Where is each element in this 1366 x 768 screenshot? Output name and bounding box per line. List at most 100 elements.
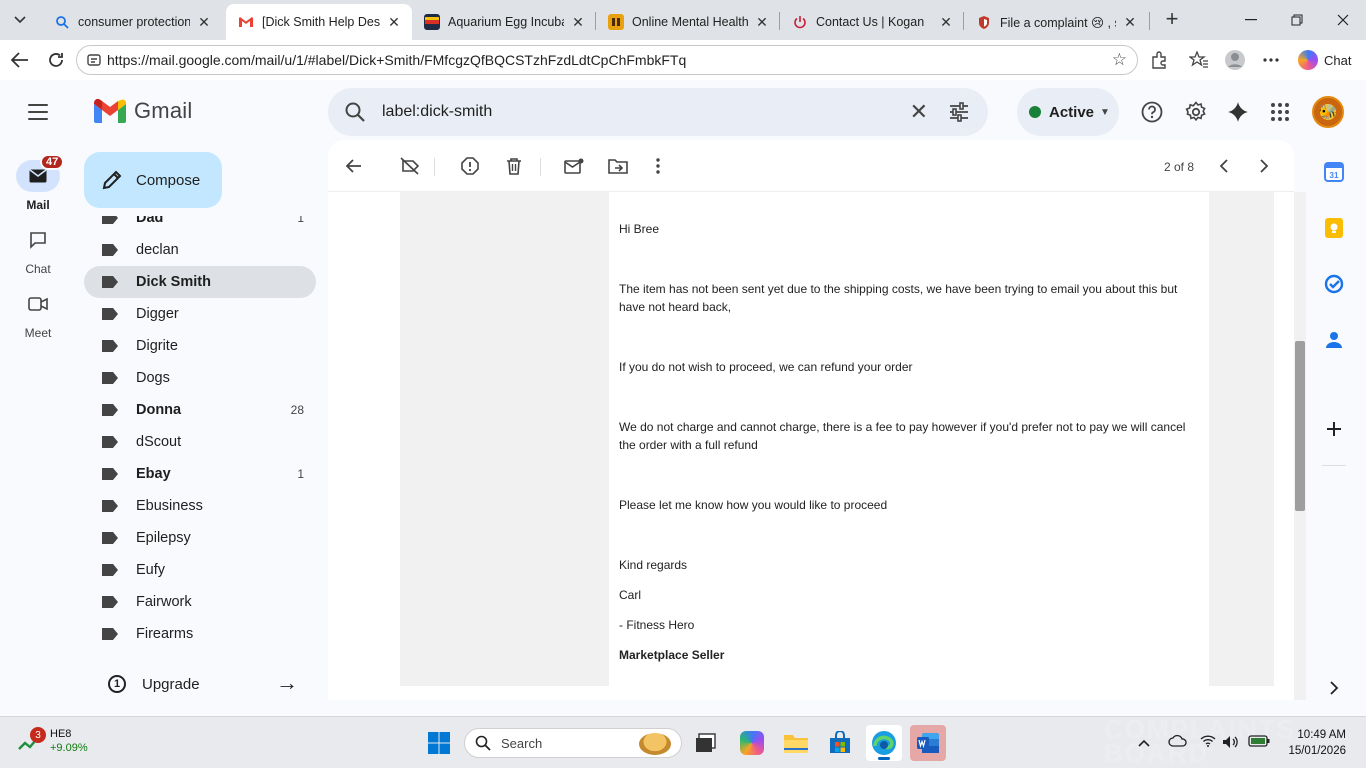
label-name: Ebusiness — [136, 498, 203, 514]
close-tab-icon[interactable]: ✕ — [1122, 14, 1138, 30]
search-icon[interactable] — [344, 101, 366, 123]
more-options-button[interactable] — [648, 156, 668, 176]
label-item-ebusiness[interactable]: Ebusiness — [84, 490, 316, 522]
browser-tab-0[interactable]: consumer protection co ✕ — [42, 4, 222, 40]
refresh-icon — [49, 53, 63, 67]
gmail-logo[interactable]: Gmail — [94, 98, 192, 124]
rail-chat[interactable]: Chat — [8, 224, 68, 276]
report-spam-button[interactable] — [460, 156, 480, 176]
label-item-epilepsy[interactable]: Epilepsy — [84, 522, 316, 554]
label-item-fairwork[interactable]: Fairwork — [84, 586, 316, 618]
label-item-donna[interactable]: Donna 28 — [84, 394, 316, 426]
wifi-icon[interactable] — [1200, 735, 1216, 750]
apps-grid-icon[interactable] — [1268, 100, 1292, 124]
close-tab-icon[interactable]: ✕ — [938, 14, 954, 30]
extensions-icon[interactable] — [1148, 49, 1170, 71]
keep-addon-icon[interactable] — [1322, 216, 1346, 240]
taskbar-search-box[interactable]: Search — [464, 728, 682, 758]
mail-search-bar[interactable]: label:dick-smith ✕ — [328, 88, 988, 136]
upgrade-badge-icon: 1 — [108, 675, 126, 693]
email-greeting: Hi Bree — [619, 222, 660, 236]
contacts-addon-icon[interactable] — [1322, 328, 1346, 352]
restore-window-button[interactable] — [1274, 0, 1320, 40]
favorites-icon[interactable] — [1188, 49, 1210, 71]
close-tab-icon[interactable]: ✕ — [386, 14, 402, 30]
main-menu-icon[interactable] — [24, 100, 52, 124]
microsoft-store-button[interactable] — [822, 725, 858, 761]
delete-button[interactable] — [504, 156, 524, 176]
battery-icon[interactable] — [1248, 735, 1270, 750]
browser-tab-3[interactable]: Online Mental Health Tr ✕ — [596, 4, 780, 40]
compose-button[interactable]: Compose — [84, 152, 222, 208]
label-item-dscout[interactable]: dScout — [84, 426, 316, 458]
label-item-digger[interactable]: Digger — [84, 298, 316, 330]
bookmark-star-icon[interactable]: ☆ — [1112, 50, 1127, 70]
upgrade-button[interactable]: 1 Upgrade → — [92, 668, 308, 700]
site-info-icon[interactable] — [86, 52, 102, 68]
minimize-window-button[interactable] — [1228, 0, 1274, 40]
label-item-ebay[interactable]: Ebay 1 — [84, 458, 316, 490]
profile-icon[interactable] — [1224, 49, 1246, 71]
browser-tab-1[interactable]: [Dick Smith Help Desk] I ✕ — [226, 4, 412, 40]
message-scrollbar-thumb[interactable] — [1295, 341, 1305, 511]
new-tab-button[interactable]: + — [1160, 8, 1184, 32]
url-field[interactable]: https://mail.google.com/mail/u/1/#label/… — [76, 45, 1138, 75]
back-button[interactable] — [8, 48, 32, 72]
rail-mail[interactable]: 47 Mail — [8, 154, 68, 212]
move-to-button[interactable] — [608, 156, 628, 176]
expand-side-panel-icon[interactable] — [1322, 676, 1346, 700]
back-to-list-button[interactable] — [344, 156, 364, 176]
settings-gear-icon[interactable] — [1184, 100, 1208, 124]
edge-browser-button[interactable] — [866, 725, 902, 761]
label-count: 1 — [297, 216, 304, 225]
older-message-button[interactable] — [1254, 156, 1274, 176]
stock-widget[interactable]: 3 HE8 +9.09% — [18, 727, 88, 755]
rail-meet[interactable]: Meet — [8, 288, 68, 340]
file-explorer-button[interactable] — [778, 725, 814, 761]
close-tab-icon[interactable]: ✕ — [196, 14, 212, 30]
account-avatar[interactable]: 🐝 — [1312, 96, 1344, 128]
show-hidden-icons-button[interactable] — [1138, 735, 1150, 750]
browser-tab-2[interactable]: Aquarium Egg Incubator ✕ — [412, 4, 596, 40]
stock-chart-icon: 3 — [18, 727, 46, 753]
close-tab-icon[interactable]: ✕ — [570, 14, 586, 30]
word-button[interactable] — [910, 725, 946, 761]
label-item-dad[interactable]: Dad 1 — [84, 216, 316, 234]
search-options-icon[interactable] — [948, 101, 970, 123]
label-item-dick-smith[interactable]: Dick Smith — [84, 266, 316, 298]
copilot-chat-button[interactable]: Chat — [1292, 45, 1358, 75]
close-tab-icon[interactable]: ✕ — [754, 14, 770, 30]
tab-title: File a complaint 😢 , sha — [1000, 15, 1116, 30]
add-addon-icon[interactable] — [1322, 417, 1346, 441]
gemini-sparkle-icon[interactable] — [1226, 100, 1250, 124]
tasks-addon-icon[interactable] — [1322, 272, 1346, 296]
close-window-button[interactable] — [1320, 0, 1366, 40]
calendar-addon-icon[interactable]: 31 — [1322, 160, 1346, 184]
task-view-button[interactable] — [688, 725, 724, 761]
label-item-declan[interactable]: declan — [84, 234, 316, 266]
refresh-button[interactable] — [44, 48, 68, 72]
onedrive-tray-icon[interactable] — [1168, 734, 1188, 750]
status-dropdown[interactable]: Active ▼ — [1017, 88, 1119, 136]
email-paragraph: The item has not been sent yet due to th… — [619, 282, 1178, 314]
taskbar-clock[interactable]: 10:49 AM 15/01/2026 — [1284, 727, 1346, 759]
search-icon — [475, 735, 491, 751]
tab-title: Contact Us | Kogan — [816, 15, 925, 29]
search-input[interactable]: label:dick-smith — [382, 103, 492, 121]
more-menu-icon[interactable] — [1260, 49, 1282, 71]
tab-search-button[interactable] — [6, 6, 34, 34]
start-button[interactable] — [421, 725, 457, 761]
browser-tab-4[interactable]: Contact Us | Kogan ✕ — [780, 4, 964, 40]
clear-search-icon[interactable]: ✕ — [910, 99, 928, 125]
label-item-dogs[interactable]: Dogs — [84, 362, 316, 394]
label-item-firearms[interactable]: Firearms — [84, 618, 316, 650]
label-item-digrite[interactable]: Digrite — [84, 330, 316, 362]
newer-message-button[interactable] — [1214, 156, 1234, 176]
remove-label-button[interactable] — [400, 156, 420, 176]
label-item-eufy[interactable]: Eufy — [84, 554, 316, 586]
browser-tab-5[interactable]: File a complaint 😢 , sha ✕ — [964, 4, 1148, 40]
help-icon[interactable] — [1140, 100, 1164, 124]
mark-unread-button[interactable] — [564, 156, 584, 176]
copilot-taskbar-button[interactable] — [734, 725, 770, 761]
volume-icon[interactable] — [1222, 735, 1240, 752]
